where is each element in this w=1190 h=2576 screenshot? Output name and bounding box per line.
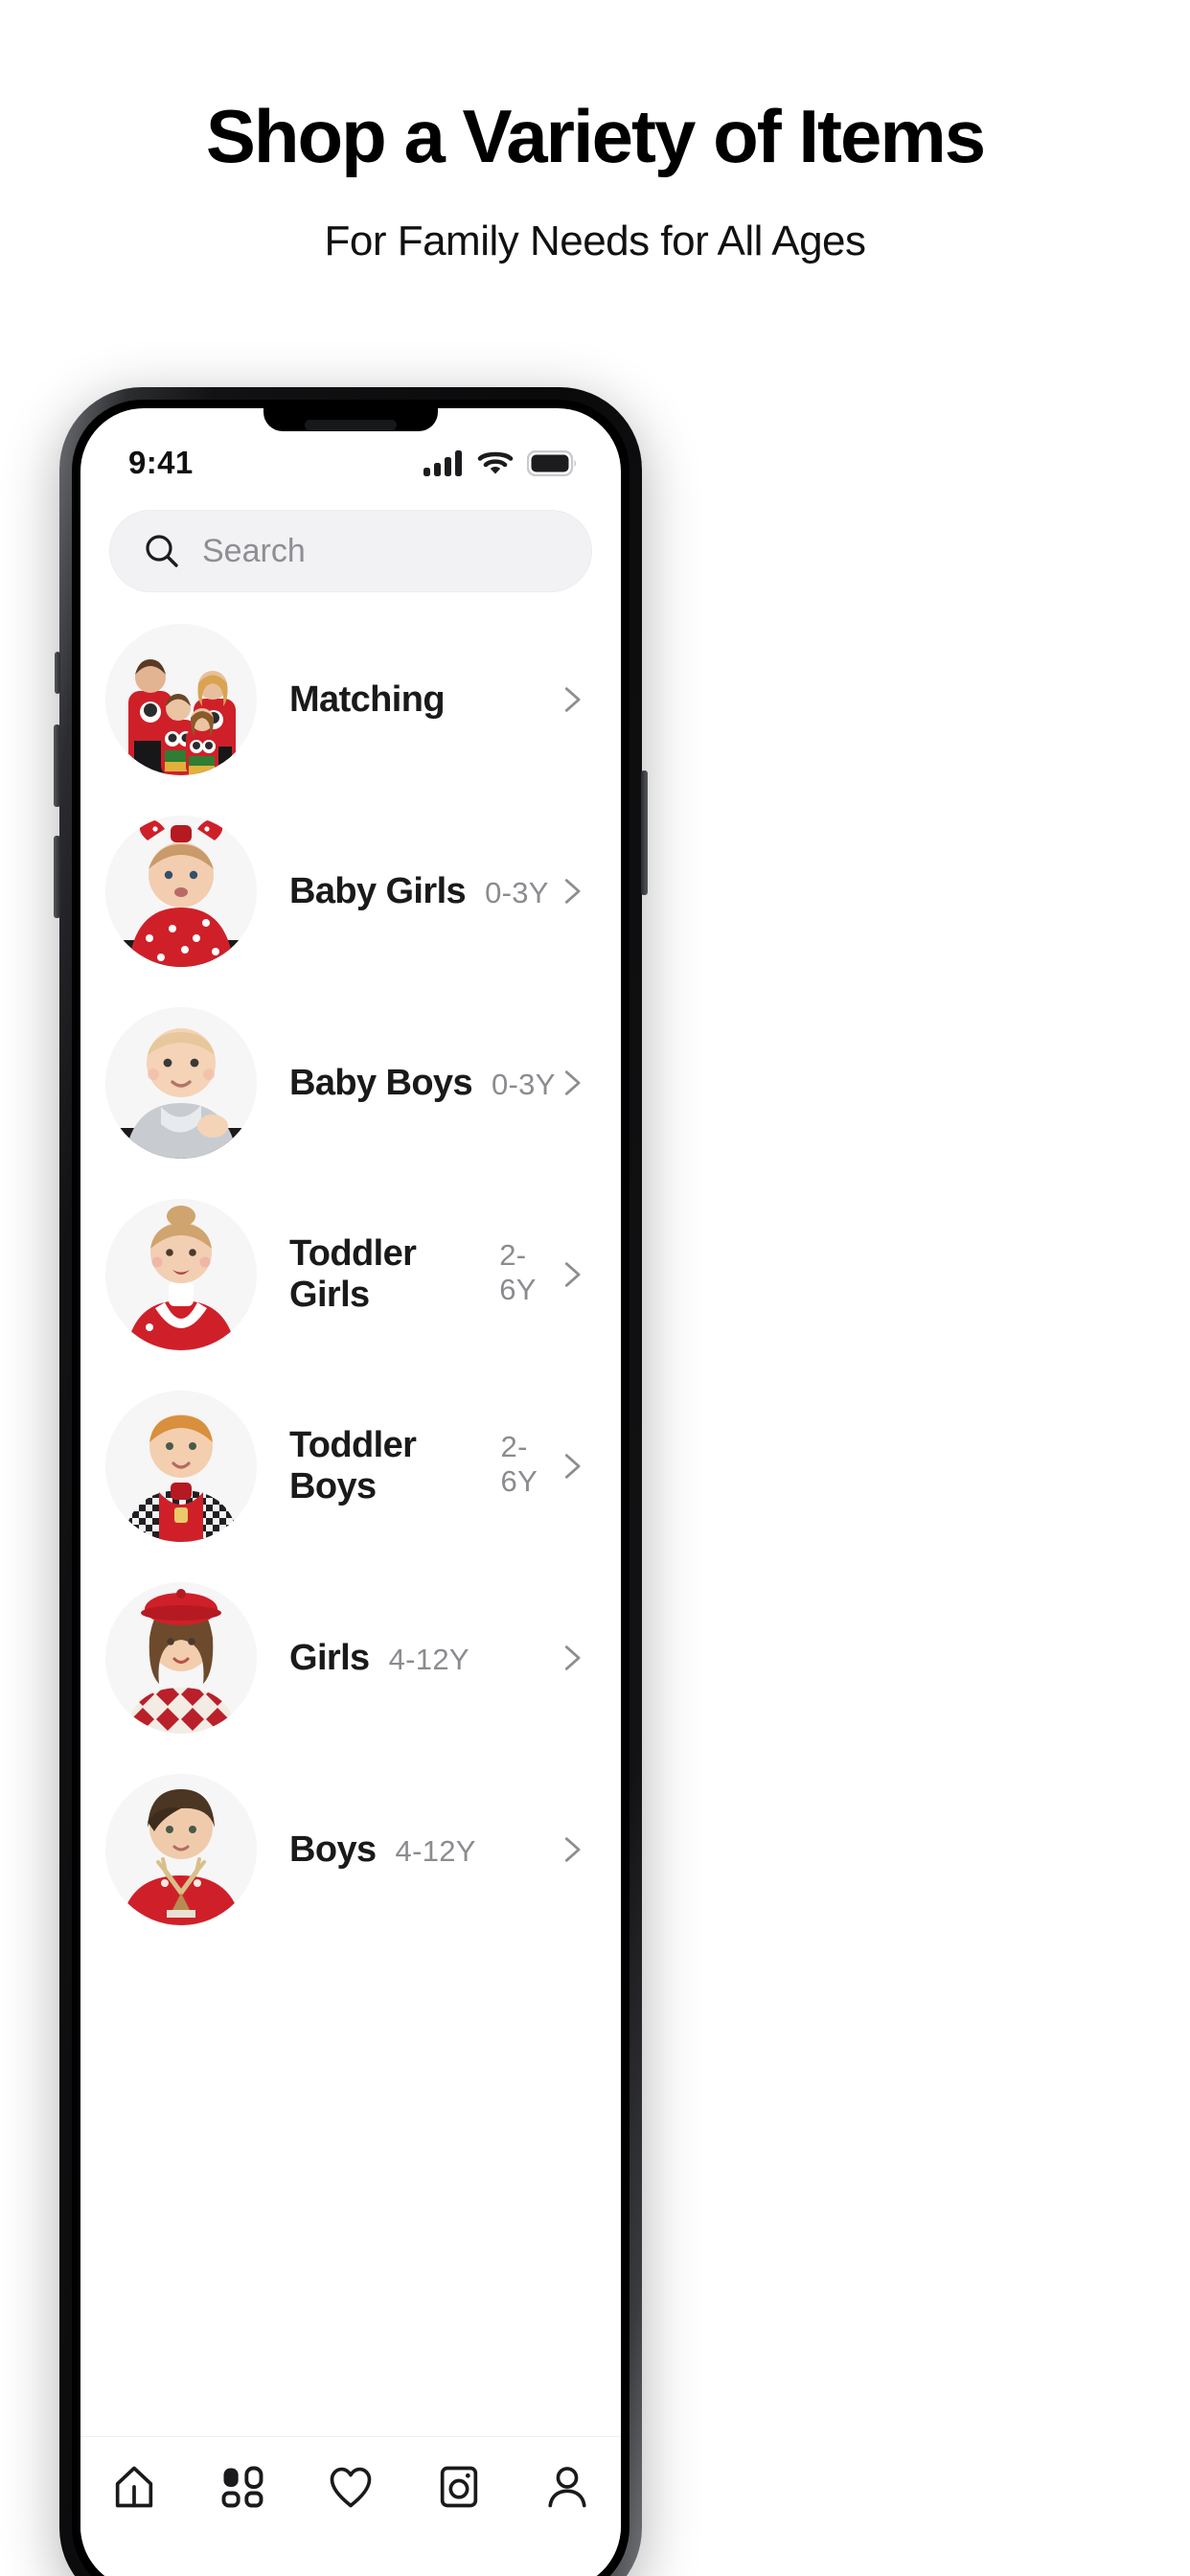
girl-red-beret-argyle-photo	[105, 1582, 257, 1734]
chevron-right-icon[interactable]	[556, 1642, 588, 1674]
list-item[interactable]: Matching	[80, 604, 621, 795]
search-icon	[146, 535, 178, 567]
volume-down-button[interactable]	[54, 836, 60, 918]
tab-profile[interactable]	[513, 2462, 621, 2512]
list-item[interactable]: Baby Girls 0-3Y	[80, 795, 621, 987]
category-age: 2-6Y	[500, 1430, 538, 1498]
avatar	[105, 1582, 257, 1734]
list-item-text: Boys 4-12Y	[257, 1829, 556, 1871]
baby-boy-grey-outfit-photo	[105, 1007, 257, 1159]
list-item-text: Baby Boys 0-3Y	[257, 1063, 556, 1104]
tab-camera[interactable]	[404, 2462, 513, 2512]
list-item[interactable]: Toddler Boys 2-6Y	[80, 1370, 621, 1562]
category-name: Baby Girls	[289, 870, 467, 911]
heart-icon	[330, 2467, 372, 2508]
mute-switch[interactable]	[55, 652, 60, 694]
list-item-text: Matching	[257, 679, 556, 721]
category-name: Matching	[289, 678, 446, 720]
category-age: 0-3Y	[485, 875, 549, 909]
profile-icon	[547, 2467, 586, 2508]
avatar	[105, 1007, 257, 1159]
page-subtitle: For Family Needs for All Ages	[324, 218, 866, 264]
toddler-girl-red-dress-photo	[105, 1199, 257, 1350]
category-name: Toddler Boys	[289, 1425, 417, 1506]
status-bar: 9:41	[80, 408, 621, 496]
category-name: Baby Boys	[289, 1062, 473, 1103]
category-list: Matching Baby Girls 0-3Y Baby Boys 0-3Y …	[80, 592, 621, 1945]
chevron-right-icon[interactable]	[556, 1258, 588, 1291]
phone-mockup: 9:41 Search Matching Baby Girls 0-3Y Bab…	[54, 387, 648, 2576]
avatar	[105, 624, 257, 775]
chevron-right-icon[interactable]	[556, 1450, 588, 1483]
volume-up-button[interactable]	[54, 724, 60, 807]
search-placeholder: Search	[202, 532, 306, 569]
promo-screenshot: Shop a Variety of Items For Family Needs…	[0, 0, 1190, 2576]
phone-screen: 9:41 Search Matching Baby Girls 0-3Y Bab…	[80, 408, 621, 2576]
category-name: Toddler Girls	[289, 1233, 417, 1315]
list-item-text: Baby Girls 0-3Y	[257, 871, 556, 912]
list-item-text: Toddler Girls 2-6Y	[257, 1233, 556, 1316]
category-icon	[221, 2466, 263, 2508]
status-time: 9:41	[128, 445, 194, 480]
search-section: Search	[80, 496, 621, 592]
chevron-right-icon[interactable]	[556, 875, 588, 908]
baby-girl-red-polka-dot-photo	[105, 816, 257, 967]
tab-category[interactable]	[189, 2462, 297, 2512]
avatar	[105, 1391, 257, 1542]
list-item[interactable]: Boys 4-12Y	[80, 1754, 621, 1945]
category-age: 4-12Y	[388, 1642, 469, 1676]
list-item[interactable]: Toddler Girls 2-6Y	[80, 1179, 621, 1370]
category-age: 2-6Y	[499, 1238, 537, 1306]
chevron-right-icon[interactable]	[556, 1833, 588, 1866]
home-icon	[116, 2466, 153, 2508]
chevron-right-icon[interactable]	[556, 1067, 588, 1099]
avatar	[105, 1199, 257, 1350]
category-age: 0-3Y	[492, 1067, 556, 1101]
bottom-tab-bar	[80, 2436, 621, 2576]
list-item-text: Toddler Boys 2-6Y	[257, 1425, 556, 1507]
camera-icon	[440, 2466, 477, 2508]
promo-header: Shop a Variety of Items For Family Needs…	[0, 0, 1190, 268]
chevron-right-icon[interactable]	[556, 683, 588, 716]
list-item-text: Girls 4-12Y	[257, 1638, 556, 1679]
category-name: Girls	[289, 1637, 370, 1678]
tab-home[interactable]	[80, 2462, 189, 2512]
list-item[interactable]: Baby Boys 0-3Y	[80, 987, 621, 1179]
cellular-signal-icon	[423, 450, 462, 476]
power-button[interactable]	[641, 770, 648, 895]
battery-icon	[527, 449, 577, 476]
status-indicators	[423, 449, 577, 476]
category-name: Boys	[289, 1828, 377, 1870]
avatar	[105, 1774, 257, 1925]
wifi-icon	[477, 451, 514, 474]
category-age: 4-12Y	[395, 1833, 476, 1868]
family-matching-red-sweaters-photo	[105, 624, 257, 775]
boy-red-reindeer-sweater-photo	[105, 1774, 257, 1925]
toddler-boy-red-sweater-photo	[105, 1391, 257, 1542]
tab-wishlist[interactable]	[297, 2462, 405, 2512]
list-item[interactable]: Girls 4-12Y	[80, 1562, 621, 1754]
phone-bezel: 9:41 Search Matching Baby Girls 0-3Y Bab…	[72, 400, 629, 2576]
search-input[interactable]: Search	[109, 510, 592, 592]
avatar	[105, 816, 257, 967]
page-title: Shop a Variety of Items	[205, 94, 986, 178]
